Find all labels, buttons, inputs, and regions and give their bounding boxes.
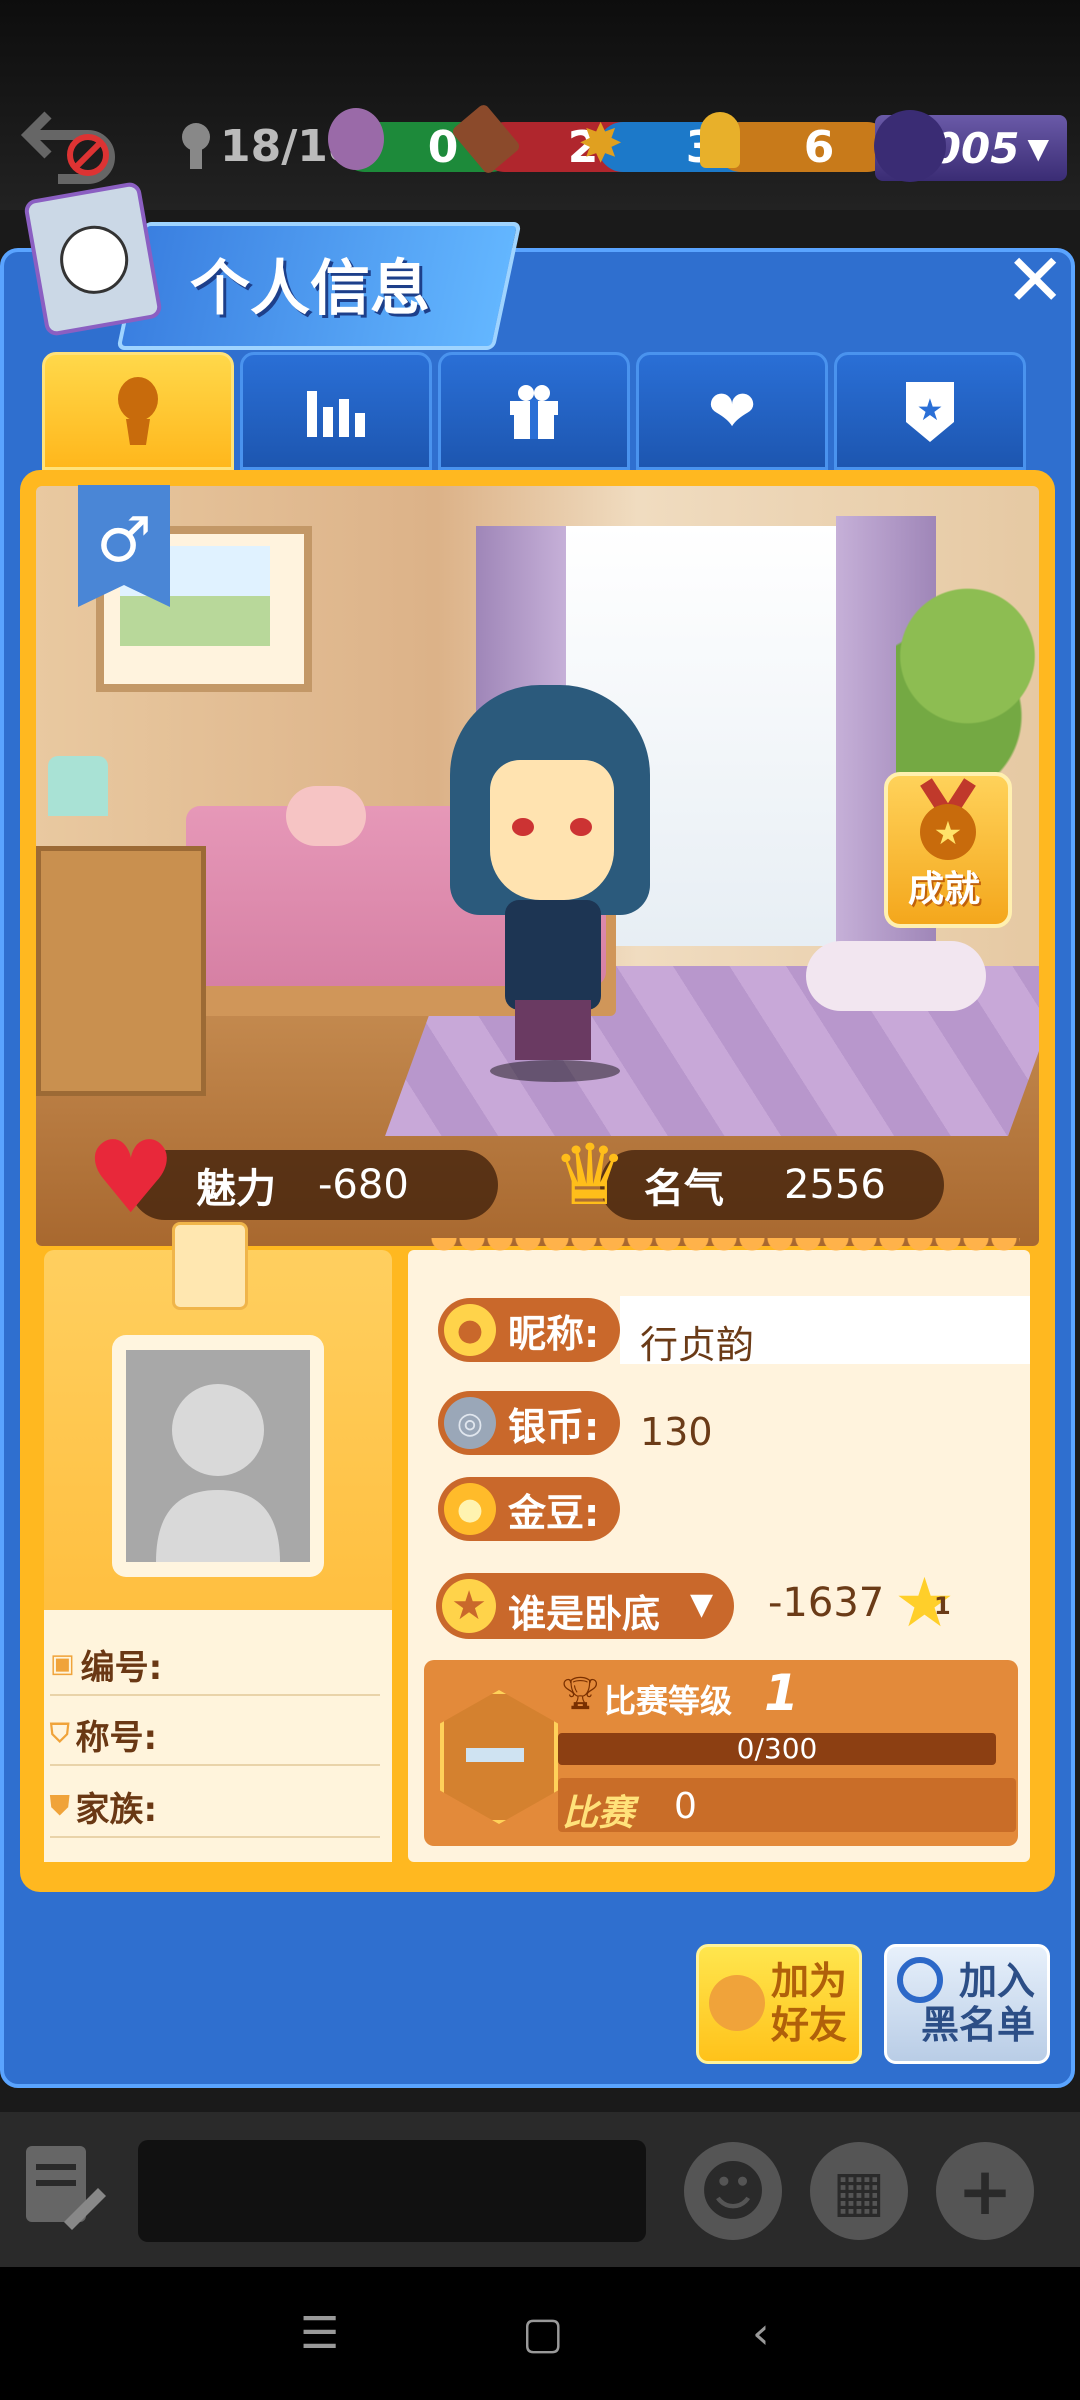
close-icon: ✕	[1005, 238, 1066, 322]
pig-plush	[286, 786, 366, 846]
chat-input[interactable]	[138, 2140, 646, 2242]
ghost-icon	[328, 108, 384, 170]
match-count-row: 比赛 0	[558, 1778, 1016, 1834]
edit-note-button[interactable]	[22, 2140, 112, 2240]
charm-bar: 魅力 -680	[130, 1150, 498, 1220]
character-body	[505, 900, 601, 1010]
match-level-label: 比赛等级	[604, 1682, 733, 1720]
person-counter: 6	[716, 121, 892, 173]
character-face	[490, 760, 614, 900]
add-friend-button[interactable]: 加为 好友	[696, 1944, 862, 2064]
star-icon: ★	[442, 1579, 496, 1633]
game-mode-dropdown[interactable]: ★ 谁是卧底 ▼	[436, 1573, 734, 1639]
charm-value: -680	[318, 1162, 409, 1208]
tab-gifts[interactable]	[438, 352, 630, 470]
title-icon: ⛉	[50, 1718, 70, 1749]
lamp	[48, 756, 108, 816]
panel-scallop-edge	[430, 1238, 1020, 1266]
game-mode-value: 谁是卧底	[508, 1592, 661, 1636]
match-level-value: 1	[764, 1664, 799, 1722]
claw-icon	[874, 110, 946, 182]
family-icon: ⛊	[50, 1790, 70, 1821]
add-friend-label-2: 好友	[770, 2003, 847, 2047]
charm-label: 魅力	[196, 1166, 276, 1212]
chevron-down-icon: ▼	[690, 1587, 714, 1622]
family-row: ⛊ 家族:	[50, 1776, 380, 1838]
fame-value: 2556	[784, 1162, 886, 1208]
square-icon: ▢	[522, 2308, 564, 2359]
silver-value: 130	[640, 1410, 713, 1454]
match-label: 比赛	[562, 1793, 635, 1834]
character-shadow	[490, 1060, 620, 1082]
tab-badges[interactable]: ★	[834, 352, 1026, 470]
id-row: ▣ 编号:	[50, 1634, 380, 1696]
tab-relationships[interactable]: ❤	[636, 352, 828, 470]
match-progress-text: 0/300	[736, 1732, 818, 1765]
gift-icon: ▦	[832, 2158, 886, 2224]
more-button[interactable]: +	[936, 2142, 1034, 2240]
heart-icon: ♥	[86, 1119, 176, 1236]
sheriff-star-icon: ✸	[578, 112, 624, 175]
gift-icon	[510, 385, 558, 439]
plant	[896, 506, 1039, 806]
blacklist-label-1: 加入	[958, 1959, 1035, 2003]
family-label: 家族:	[75, 1789, 158, 1830]
chevron-left-icon: ‹	[752, 2308, 770, 2359]
shield-star-icon: ★	[906, 382, 954, 442]
plus-icon: +	[957, 2152, 1013, 2230]
back-arrow-icon	[20, 111, 115, 184]
tab-profile[interactable]	[42, 352, 234, 470]
hearts-icon: ❤	[707, 377, 757, 445]
tab-stats[interactable]	[240, 352, 432, 470]
edit-note-icon	[26, 2146, 106, 2230]
bar-chart-icon	[307, 391, 365, 437]
achievement-label: 成就	[907, 869, 980, 910]
svg-text:★: ★	[934, 814, 963, 852]
emoji-button[interactable]: ☻	[684, 2142, 782, 2240]
id-badge-icon	[22, 180, 164, 338]
chevron-down-icon: ▼	[1027, 131, 1049, 165]
menu-icon: ☰	[300, 2308, 340, 2359]
crown-icon: ♛	[552, 1126, 628, 1224]
person-count-value: 6	[803, 121, 835, 173]
silver-coin-icon: ◎	[444, 1397, 496, 1449]
back-nav-button[interactable]: ‹	[752, 2308, 770, 2359]
id-label: 编号:	[80, 1647, 163, 1688]
add-blacklist-button[interactable]: 加入 黑名单	[884, 1944, 1050, 2064]
character-legs	[515, 1000, 591, 1060]
default-avatar-icon	[156, 1384, 280, 1562]
gift-button[interactable]: ▦	[810, 2142, 908, 2240]
add-friend-icon	[709, 1975, 765, 2031]
game-score: -1637	[768, 1580, 885, 1626]
person-icon	[700, 112, 740, 168]
match-value: 0	[674, 1786, 697, 1827]
clip-icon	[172, 1222, 248, 1310]
gold-bean-icon: ●	[444, 1483, 496, 1535]
dialog-title: 个人信息	[190, 254, 430, 324]
title-row: ⛉ 称号:	[50, 1704, 380, 1766]
svg-text:★: ★	[917, 393, 944, 428]
bookshelf	[36, 846, 206, 1096]
trophy-icon: 🏆︎	[560, 1674, 601, 1712]
fame-bar: 名气 2556	[600, 1150, 944, 1220]
add-friend-label-1: 加为	[770, 1959, 847, 2003]
smile-icon: ☻	[698, 2152, 768, 2230]
avatar[interactable]	[126, 1350, 310, 1562]
nickname-value: 行贞韵	[640, 1323, 755, 1367]
keyhole-icon	[182, 123, 210, 169]
menu-nav-button[interactable]: ☰	[300, 2308, 339, 2359]
id-card-icon: ▣	[50, 1649, 75, 1679]
close-button[interactable]: ✕	[1005, 244, 1065, 316]
home-nav-button[interactable]: ▢	[522, 2308, 564, 2359]
floor-cushion	[806, 941, 986, 1011]
star-level-value: 1	[934, 1592, 951, 1620]
rank-bar-icon	[466, 1748, 524, 1762]
title-label: 称号:	[75, 1717, 158, 1758]
user-icon: ●	[444, 1304, 496, 1356]
medal-icon: ★	[920, 778, 976, 860]
back-button[interactable]	[18, 95, 118, 185]
blacklist-label-2: 黑名单	[920, 2003, 1035, 2047]
fame-label: 名气	[644, 1166, 724, 1212]
person-icon	[118, 377, 158, 445]
